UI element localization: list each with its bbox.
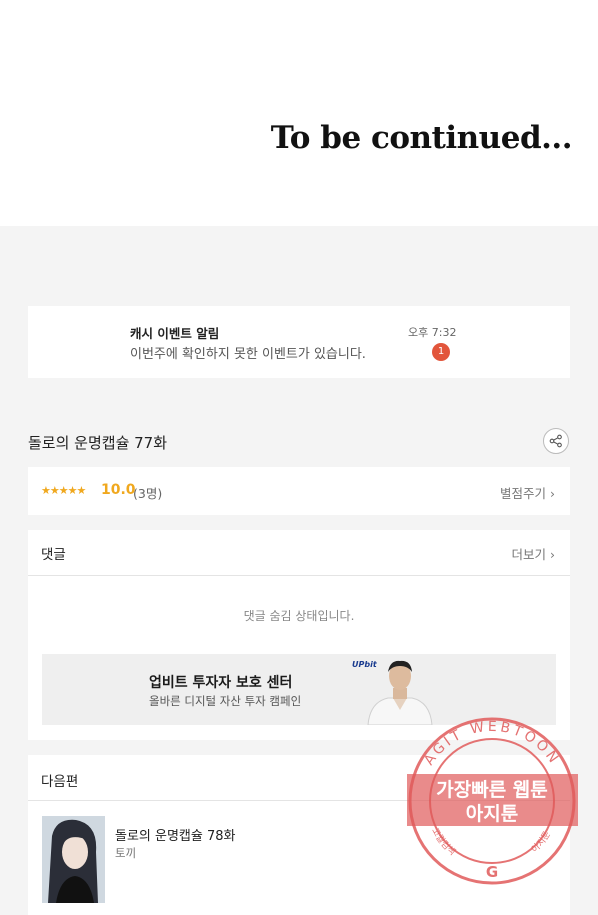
notification-badge: 1	[432, 343, 450, 361]
notification-title: 캐시 이벤트 알림	[130, 326, 220, 341]
watermark-bottom-right: 아지툰	[529, 829, 553, 855]
notification-time: 오후 7:32	[408, 326, 457, 339]
watermark-line2: 아지툰	[466, 803, 518, 825]
rating-card: ★★★★★ 10.0 (3명) 별점주기 ›	[28, 467, 570, 515]
share-icon	[549, 434, 562, 448]
episode-end-panel: To be continued...	[0, 0, 598, 226]
svg-text:고퀄검색: 고퀄검색	[429, 827, 457, 858]
svg-text:AGIT WEBTOON: AGIT WEBTOON	[421, 719, 563, 769]
next-episode-title: 돌로의 운명캡슐 78화	[115, 829, 236, 844]
rating-count: (3명)	[133, 486, 163, 501]
episode-title: 돌로의 운명캡슐 77화	[28, 434, 168, 452]
watermark-ring-text: AGIT WEBTOON	[421, 719, 560, 769]
watermark-stamp: AGIT WEBTOON 가장빠른 웹툰 아지툰 고퀄검색 아지툰 G	[407, 717, 578, 885]
g-logo-icon: G	[486, 863, 498, 881]
next-episode-header: 다음편	[41, 774, 79, 790]
to-be-continued-text: To be continued...	[270, 120, 573, 156]
comments-header: 댓글	[41, 547, 66, 563]
comments-hidden-message: 댓글 숨김 상태입니다.	[243, 609, 355, 623]
rating-stars: ★★★★★	[41, 484, 86, 497]
ad-title: 업비트 투자자 보호 센터	[149, 675, 293, 691]
share-button[interactable]	[543, 428, 569, 454]
comments-card: 댓글 더보기 › 댓글 숨김 상태입니다. 업비트 투자자 보호 센터 올바른 …	[28, 530, 570, 740]
svg-text:아지툰: 아지툰	[529, 829, 553, 855]
ad-banner[interactable]: 업비트 투자자 보호 센터 올바른 디지털 자산 투자 캠페인 UPbit	[42, 654, 556, 725]
rating-score: 10.0	[101, 482, 136, 498]
rate-button[interactable]: 별점주기 ›	[500, 483, 555, 502]
ad-subtitle: 올바른 디지털 자산 투자 캠페인	[149, 694, 302, 708]
notification-message: 이번주에 확인하지 못한 이벤트가 있습니다.	[130, 347, 366, 362]
comments-more-button[interactable]: 더보기 ›	[512, 544, 555, 563]
watermark-bottom-left: 고퀄검색	[429, 827, 457, 858]
divider	[28, 575, 570, 576]
notification-card[interactable]: 캐시 이벤트 알림 이번주에 확인하지 못한 이벤트가 있습니다. 오후 7:3…	[28, 306, 570, 378]
ad-person-image	[367, 660, 433, 725]
next-episode-thumbnail	[42, 816, 105, 903]
next-episode-author: 토끼	[115, 846, 137, 860]
watermark-line1: 가장빠른 웹툰	[436, 779, 548, 801]
